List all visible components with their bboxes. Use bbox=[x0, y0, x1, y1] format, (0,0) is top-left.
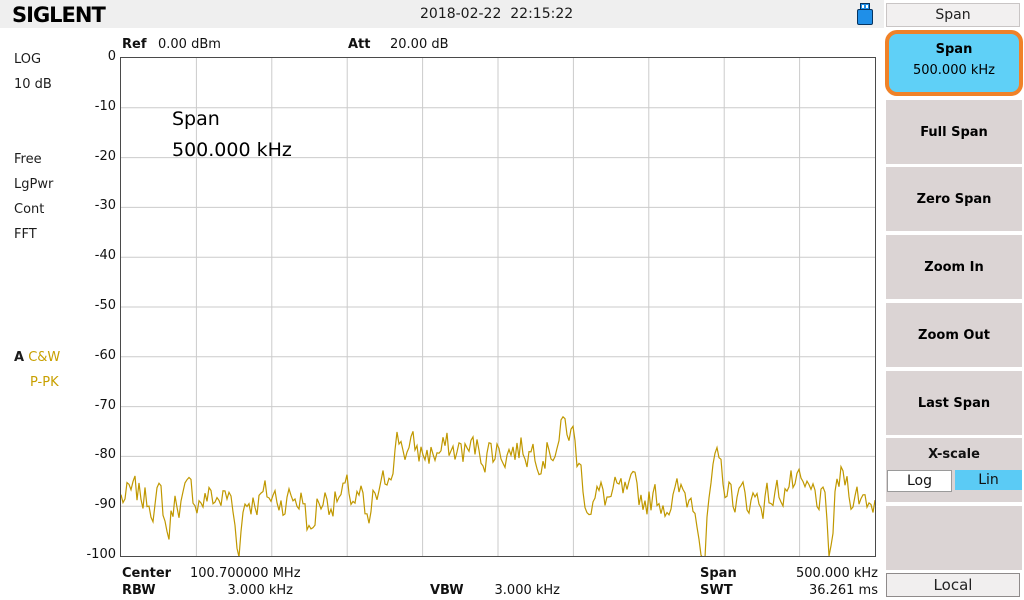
softkey-span[interactable]: Span 500.000 kHz bbox=[885, 30, 1023, 96]
span-annotation-line2: 500.000 kHz bbox=[172, 139, 292, 161]
fft-mode-label: FFT bbox=[14, 227, 37, 242]
rbw-value: 3.000 kHz bbox=[190, 583, 293, 598]
softkey-blank bbox=[886, 506, 1022, 570]
y-axis-tick-label: -40 bbox=[82, 248, 116, 263]
trace-type-label: C&W bbox=[28, 350, 60, 365]
softkey-zoom-in[interactable]: Zoom In bbox=[886, 235, 1022, 299]
y-axis-tick-label: -30 bbox=[82, 198, 116, 213]
local-button[interactable]: Local bbox=[886, 573, 1020, 597]
detector-label: P-PK bbox=[30, 375, 59, 390]
trigger-mode-label: Free bbox=[14, 152, 42, 167]
ref-label: Ref bbox=[122, 37, 146, 52]
x-scale-label: X-scale bbox=[886, 447, 1022, 462]
softkey-x-scale[interactable]: X-scale Log Lin bbox=[886, 438, 1022, 502]
span-annotation-line1: Span bbox=[172, 108, 220, 130]
sweep-mode-label: Cont bbox=[14, 202, 44, 217]
swt-value: 36.261 ms bbox=[770, 583, 878, 598]
span-value: 500.000 kHz bbox=[770, 566, 878, 581]
trace-id-label: A bbox=[14, 350, 24, 365]
y-axis-tick-label: -70 bbox=[82, 398, 116, 413]
x-scale-option-log[interactable]: Log bbox=[887, 470, 952, 492]
y-axis-tick-label: -100 bbox=[82, 547, 116, 562]
y-axis-tick-label: -10 bbox=[82, 99, 116, 114]
vbw-value: 3.000 kHz bbox=[460, 583, 560, 598]
span-annotation: Span 500.000 kHz bbox=[172, 104, 292, 166]
y-axis-tick-label: -60 bbox=[82, 348, 116, 363]
y-axis-tick-label: -90 bbox=[82, 497, 116, 512]
scale-per-div-label: 10 dB bbox=[14, 77, 52, 92]
y-axis-tick-label: -80 bbox=[82, 447, 116, 462]
power-mode-label: LgPwr bbox=[14, 177, 53, 192]
softkey-full-span[interactable]: Full Span bbox=[886, 100, 1022, 164]
center-label: Center bbox=[122, 566, 171, 581]
y-axis-tick-label: -20 bbox=[82, 149, 116, 164]
swt-label: SWT bbox=[700, 583, 733, 598]
att-label: Att bbox=[348, 37, 371, 52]
siglent-logo: SIGLENT bbox=[12, 3, 105, 27]
span-label: Span bbox=[700, 566, 737, 581]
trace-status: A C&W bbox=[14, 350, 60, 365]
usb-drive-icon bbox=[857, 3, 873, 25]
ref-value: 0.00 dBm bbox=[158, 37, 221, 52]
vbw-label: VBW bbox=[430, 583, 464, 598]
y-axis-tick-label: -50 bbox=[82, 298, 116, 313]
att-value: 20.00 dB bbox=[390, 37, 449, 52]
menu-title: Span bbox=[886, 3, 1020, 27]
rbw-label: RBW bbox=[122, 583, 156, 598]
y-axis-tick-label: 0 bbox=[82, 49, 116, 64]
softkey-zero-span[interactable]: Zero Span bbox=[886, 167, 1022, 231]
softkey-span-value: 500.000 kHz bbox=[889, 63, 1019, 78]
x-scale-option-lin[interactable]: Lin bbox=[955, 470, 1022, 490]
softkey-menu: Span Span 500.000 kHz Full Span Zero Spa… bbox=[884, 0, 1024, 600]
top-bar: SIGLENT 2018-02-22 22:15:22 bbox=[0, 0, 884, 28]
scale-type-label: LOG bbox=[14, 52, 41, 67]
softkey-last-span[interactable]: Last Span bbox=[886, 371, 1022, 435]
softkey-span-label: Span bbox=[889, 42, 1019, 57]
softkey-zoom-out[interactable]: Zoom Out bbox=[886, 303, 1022, 367]
datetime-display: 2018-02-22 22:15:22 bbox=[420, 6, 573, 22]
center-value: 100.700000 MHz bbox=[190, 566, 301, 581]
